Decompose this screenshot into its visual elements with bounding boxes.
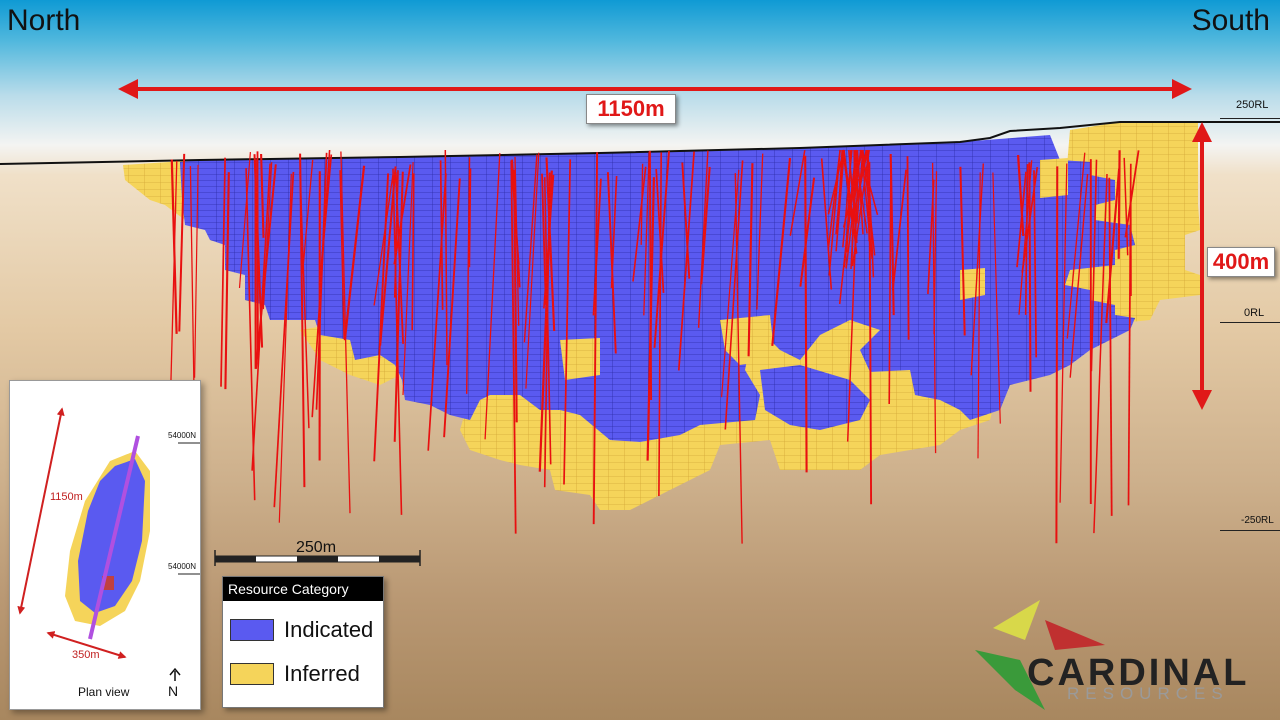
inferred-swatch bbox=[230, 663, 274, 685]
rl-bottom-label: -250RL bbox=[1241, 515, 1274, 526]
inset-caption: Plan view bbox=[78, 685, 130, 699]
drillhole-trace bbox=[648, 150, 653, 401]
drillhole-trace bbox=[468, 168, 472, 268]
north-arrow-label: N bbox=[168, 683, 179, 699]
legend-item-inferred: Inferred bbox=[230, 661, 360, 687]
inset-northing-bottom: 54000N bbox=[168, 562, 197, 571]
scale-bar-label: 250m bbox=[296, 539, 337, 556]
indicated-swatch bbox=[230, 619, 274, 641]
plan-view-inset: 1150m 350m 54000N 54000N Plan view N bbox=[9, 380, 201, 710]
drillhole-trace bbox=[1055, 166, 1059, 544]
inferred-label: Inferred bbox=[284, 661, 360, 686]
inset-northing-top: 54000N bbox=[168, 431, 197, 440]
rl-middle-tick bbox=[1220, 322, 1280, 323]
legend-item-indicated: Indicated bbox=[230, 617, 373, 643]
cardinal-logo: CARDINAL RESOURCES bbox=[975, 600, 1275, 715]
inset-length-label: 1150m bbox=[50, 491, 83, 503]
drillhole-trace bbox=[1028, 162, 1032, 392]
drillhole-trace bbox=[1117, 150, 1121, 259]
drillhole-trace bbox=[906, 156, 910, 340]
logo-subtitle: RESOURCES bbox=[1067, 684, 1229, 703]
length-label: 1150m bbox=[586, 94, 676, 124]
inset-width-label: 350m bbox=[72, 649, 100, 661]
rl-top-label: 250RL bbox=[1236, 99, 1269, 111]
rl-bottom-tick bbox=[1220, 530, 1280, 531]
indicated-label: Indicated bbox=[284, 617, 374, 642]
drillhole-trace bbox=[804, 155, 808, 473]
rl-top-tick bbox=[1220, 118, 1280, 119]
depth-label: 400m bbox=[1207, 247, 1275, 277]
legend: Resource Category Indicated Inferred bbox=[222, 576, 384, 708]
legend-title: Resource Category bbox=[223, 577, 383, 601]
rl-middle-label: 0RL bbox=[1244, 307, 1265, 319]
